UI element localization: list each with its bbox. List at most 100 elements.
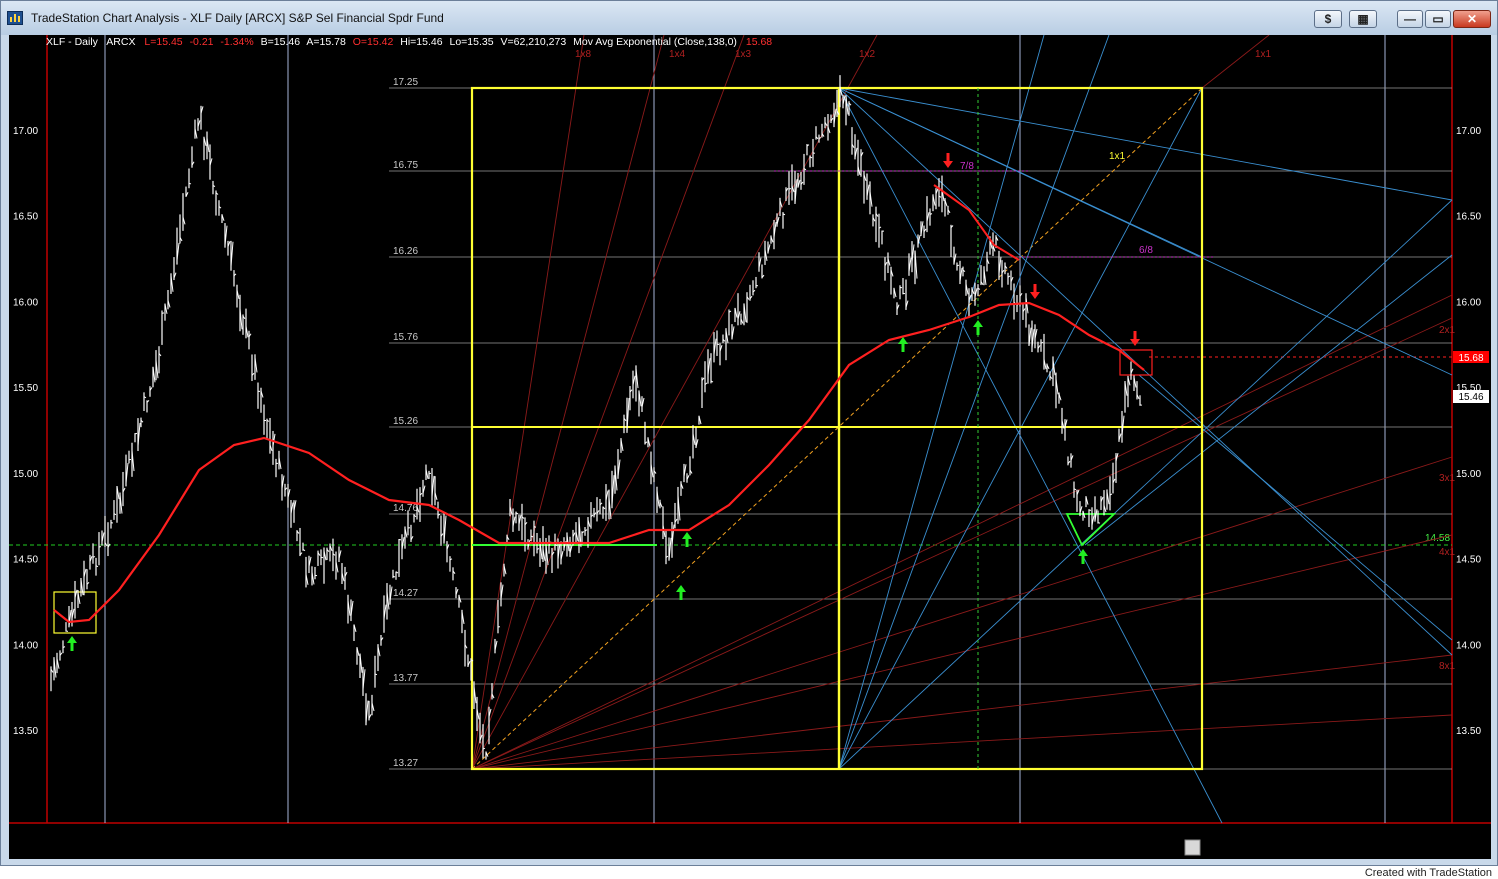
price-level-label: 14.76 [393, 503, 418, 514]
fan-label: 1x3 [735, 49, 752, 60]
left-axis-label: 13.50 [13, 726, 38, 737]
fan-label: 1x2 [859, 49, 876, 60]
price-bar-tick [515, 512, 519, 515]
blue-fan-line [838, 34, 1110, 770]
restore-button[interactable]: ▭ [1425, 10, 1451, 28]
fan-label: 1x1 [1255, 49, 1272, 60]
header-last: L=15.45 [144, 36, 182, 48]
header-low: Lo=15.35 [449, 36, 493, 48]
gann-fan-lines: 1x8 1x4 1x3 1x2 1x1 1x1 2x1 3x1 4x1 8x1 [471, 34, 1456, 824]
left-axis-label: 14.00 [13, 640, 38, 651]
up-arrow-icon [1078, 549, 1088, 564]
down-arrow-icon [1130, 331, 1140, 346]
left-axis-label: 16.00 [13, 297, 38, 308]
right-axis-label: 14.00 [1456, 640, 1481, 651]
right-axis-label: 14.50 [1456, 555, 1481, 566]
price-level-label: 13.77 [393, 673, 418, 684]
fan-label: 1x1 [1109, 151, 1126, 162]
blue-fan-line [838, 34, 1045, 770]
up-arrow-icon [898, 337, 908, 352]
octave-label: 6/8 [1139, 245, 1153, 256]
octave-label: 7/8 [960, 161, 974, 172]
price-bar-tick [374, 673, 378, 676]
chart-header: XLF - Daily ARCX L=15.45 -0.21 -1.34% B=… [46, 36, 772, 48]
red-fan-line [471, 34, 665, 770]
price-chart[interactable]: 17.25 16.75 16.26 15.76 15.26 14.76 14.27 13.77… [9, 34, 1491, 859]
blue-fan-line [838, 87, 1453, 201]
blue-fan-line [838, 87, 1453, 656]
gann-square [53, 86, 1214, 771]
price-level-label: 15.76 [393, 332, 418, 343]
header-indicator-value: 15.68 [746, 36, 772, 48]
header-symbol: XLF - Daily [46, 36, 99, 48]
fan-label: 8x1 [1439, 661, 1456, 672]
header-change: -0.21 [190, 36, 214, 48]
ema-price-tag-label: 15.68 [1458, 353, 1483, 364]
left-axis-label: 15.50 [13, 383, 38, 394]
dollar-menu-button[interactable]: $ [1314, 10, 1342, 28]
chart-window: TradeStation Chart Analysis - XLF Daily … [0, 0, 1498, 866]
created-with-label: Created with TradeStation [1364, 867, 1492, 879]
tradestation-app-icon [7, 11, 23, 25]
chart-canvas[interactable]: 17.25 16.75 16.26 15.76 15.26 14.76 14.27 13.77… [9, 34, 1491, 859]
fan-label: 3x1 [1439, 473, 1456, 484]
scroll-area [9, 825, 1491, 859]
price-level-label: 15.26 [393, 416, 418, 427]
right-axis-label: 15.00 [1456, 469, 1481, 480]
up-arrow-icon [67, 636, 77, 651]
down-arrow-icon [1030, 284, 1040, 299]
header-indicator: Mov Avg Exponential (Close,138,0) [573, 36, 737, 48]
left-axis-label: 17.00 [13, 126, 38, 137]
right-axis-label: 17.00 [1456, 126, 1481, 137]
red-fan-line [471, 317, 1453, 770]
price-bar-tick [134, 432, 138, 435]
price-level-label: 14.27 [393, 588, 418, 599]
close-button[interactable]: ✕ [1453, 10, 1491, 28]
right-axis-label: 16.50 [1456, 212, 1481, 223]
price-level-label: 16.75 [393, 160, 418, 171]
red-fan-line [471, 534, 1453, 770]
axis-labels: 17.00 16.50 16.00 15.50 15.00 14.50 14.00 13.50… [13, 126, 1481, 839]
red-fan-line [471, 294, 1453, 770]
header-volume: V=62,210,273 [501, 36, 567, 48]
blue-fan-line [838, 87, 1223, 824]
fan-label: 2x1 [1439, 325, 1456, 336]
red-fan-line [471, 34, 745, 770]
price-bar-tick [482, 747, 486, 750]
price-bar-tick [188, 182, 192, 185]
red-fan-line [1201, 34, 1270, 89]
right-axis-label: 16.00 [1456, 297, 1481, 308]
red-fan-line [471, 34, 585, 770]
timeline-scroll-thumb[interactable] [1184, 839, 1201, 856]
header-bid: B=15.46 [261, 36, 301, 48]
blue-fan-line [1138, 374, 1453, 641]
fan-label: 1x8 [575, 49, 592, 60]
price-bar-tick [929, 213, 933, 215]
red-fan-line [471, 34, 878, 770]
red-fan-line [471, 714, 1453, 770]
price-bar-tick [530, 535, 534, 538]
last-price-tag-label: 15.46 [1458, 392, 1483, 403]
red-fan-line [471, 654, 1453, 770]
downtrend-line [933, 184, 1020, 261]
minimize-button[interactable]: — [1397, 10, 1423, 28]
vertical-gridlines [104, 35, 1386, 823]
ema-line [53, 301, 1145, 624]
header-high: Hi=15.46 [400, 36, 442, 48]
price-level-label: 17.25 [393, 77, 418, 88]
one-by-one-dashed [471, 87, 1203, 770]
fan-label: 1x4 [669, 49, 686, 60]
price-bar-tick [533, 526, 537, 528]
grid-menu-button[interactable]: ▦ [1349, 10, 1377, 28]
header-pct-change: -1.34% [220, 36, 253, 48]
left-axis-label: 14.50 [13, 555, 38, 566]
header-exchange: ARCX [106, 36, 135, 48]
gann-price-levels: 17.25 16.75 16.26 15.76 15.26 14.76 14.27 13.77… [9, 77, 1452, 770]
price-bar-tick [320, 556, 324, 559]
up-arrow-icon [676, 585, 686, 600]
price-bars [50, 75, 1143, 760]
right-axis-label: 13.50 [1456, 726, 1481, 737]
title-bar[interactable]: TradeStation Chart Analysis - XLF Daily … [1, 1, 1497, 35]
price-level-label: 16.26 [393, 246, 418, 257]
left-axis-label: 16.50 [13, 212, 38, 223]
